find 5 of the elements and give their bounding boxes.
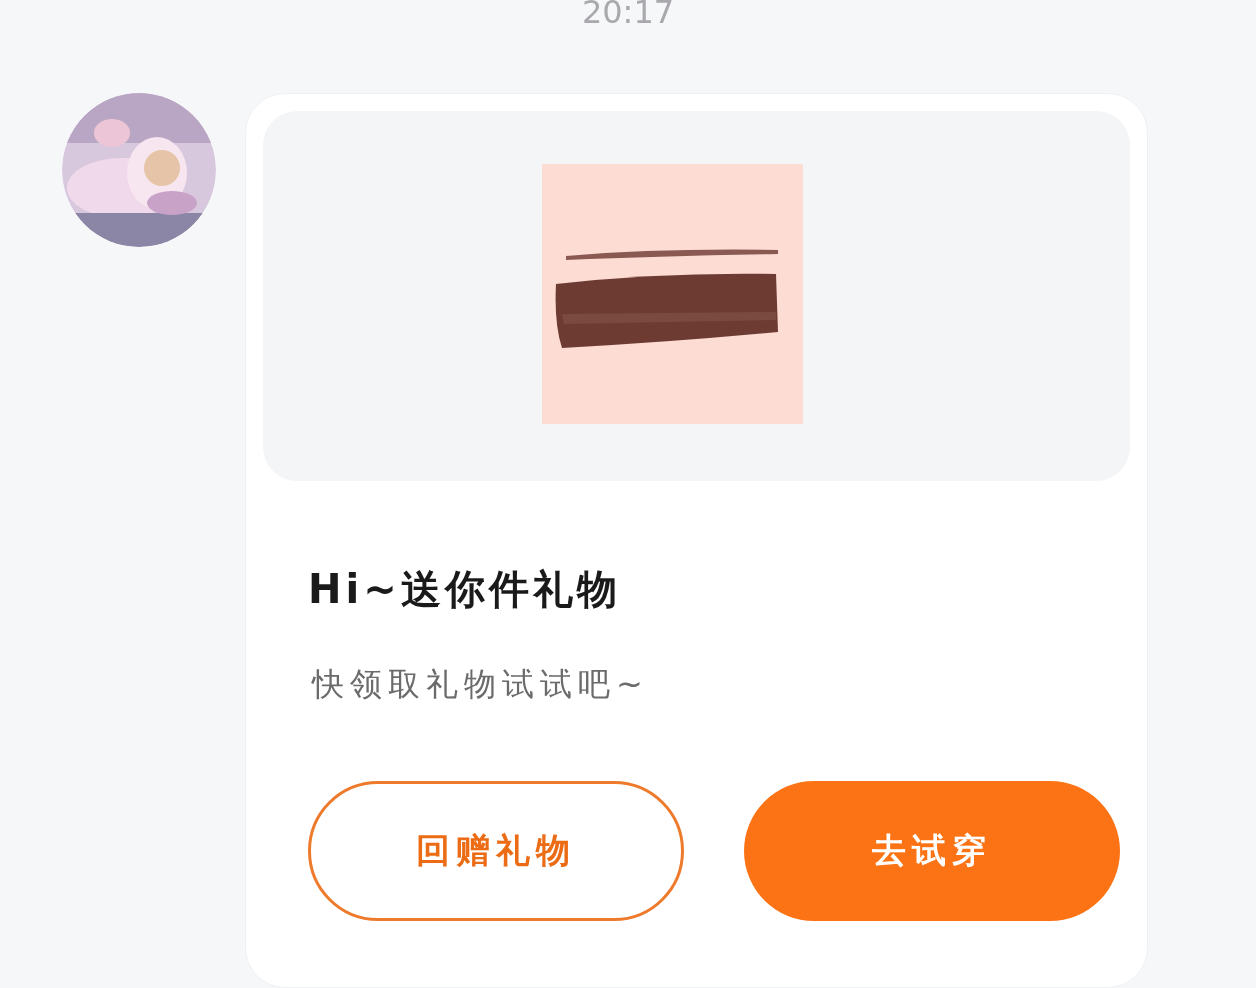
message-title: Hi~送你件礼物 (308, 565, 621, 614)
timestamp: 20:17 (581, 0, 675, 24)
try-on-button[interactable]: 去试穿 (744, 781, 1120, 921)
return-gift-button[interactable]: 回赠礼物 (308, 781, 684, 921)
message-subtitle: 快领取礼物试试吧~ (312, 664, 649, 705)
